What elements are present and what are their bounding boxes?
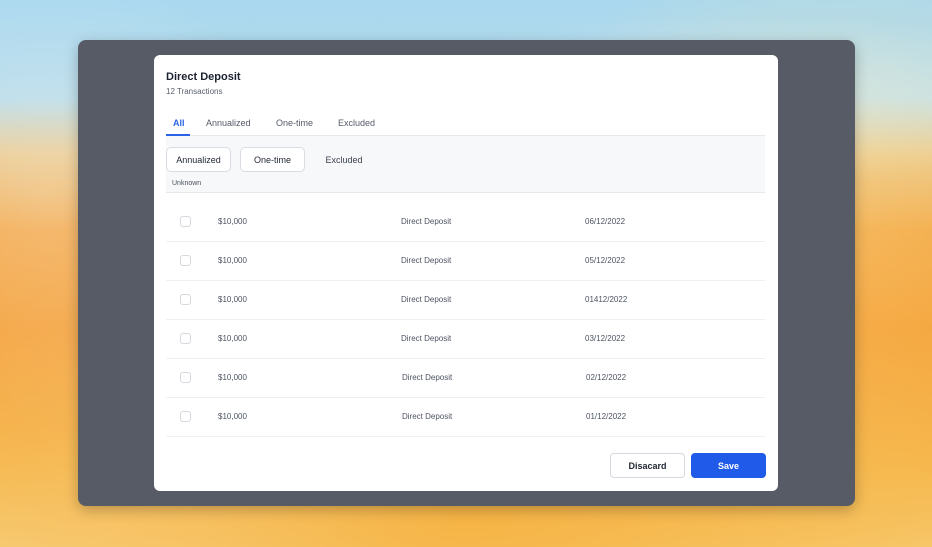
filter-chip-excluded[interactable]: Excluded <box>314 147 374 172</box>
row-date: 02/12/2022 <box>586 373 627 382</box>
tab-one-time[interactable]: One-time <box>276 118 313 128</box>
table-row: $10,000 Direct Deposit 05/12/2022 <box>166 242 765 281</box>
row-checkbox[interactable] <box>180 333 191 344</box>
table-row: $10,000 Direct Deposit 01/12/2022 <box>166 398 765 437</box>
row-description: Direct Deposit <box>401 334 452 343</box>
tab-all[interactable]: All <box>173 118 185 128</box>
row-amount: $10,000 <box>218 412 247 421</box>
row-amount: $10,000 <box>218 217 247 226</box>
row-description: Direct Deposit <box>401 256 452 265</box>
row-checkbox[interactable] <box>180 216 191 227</box>
row-checkbox[interactable] <box>180 411 191 422</box>
row-date: 01/12/2022 <box>586 412 627 421</box>
tab-bar: All Annualized One-time Excluded <box>166 114 765 136</box>
row-date: 03/12/2022 <box>585 334 626 343</box>
row-checkbox[interactable] <box>180 255 191 266</box>
filter-chip-one-time[interactable]: One-time <box>240 147 305 172</box>
row-date: 06/12/2022 <box>585 217 626 226</box>
filter-area: Annualized One-time Excluded Unknown <box>166 136 765 193</box>
transaction-count: 12 Transactions <box>166 87 223 96</box>
row-date: 05/12/2022 <box>585 256 626 265</box>
table-row: $10,000 Direct Deposit 02/12/2022 <box>166 359 765 398</box>
modal-title: Direct Deposit <box>166 71 241 83</box>
table-row: $10,000 Direct Deposit 01412/2022 <box>166 281 765 320</box>
row-amount: $10,000 <box>218 373 247 382</box>
row-amount: $10,000 <box>218 334 247 343</box>
table-row: $10,000 Direct Deposit 06/12/2022 <box>166 203 765 242</box>
tab-excluded[interactable]: Excluded <box>338 118 375 128</box>
row-date: 01412/2022 <box>585 295 628 304</box>
row-checkbox[interactable] <box>180 372 191 383</box>
row-amount: $10,000 <box>218 295 247 304</box>
transactions-list: $10,000 Direct Deposit 06/12/2022 $10,00… <box>166 203 765 437</box>
discard-button[interactable]: Disacard <box>610 453 685 478</box>
tab-annualized[interactable]: Annualized <box>206 118 251 128</box>
transactions-modal: Direct Deposit 12 Transactions All Annua… <box>154 55 778 491</box>
row-description: Direct Deposit <box>402 412 453 421</box>
row-checkbox[interactable] <box>180 294 191 305</box>
table-row: $10,000 Direct Deposit 03/12/2022 <box>166 320 765 359</box>
row-description: Direct Deposit <box>402 373 453 382</box>
row-amount: $10,000 <box>218 256 247 265</box>
filter-chip-annualized[interactable]: Annualized <box>166 147 231 172</box>
save-button[interactable]: Save <box>691 453 766 478</box>
row-description: Direct Deposit <box>401 217 452 226</box>
row-description: Direct Deposit <box>401 295 452 304</box>
unknown-label: Unknown <box>172 180 202 187</box>
